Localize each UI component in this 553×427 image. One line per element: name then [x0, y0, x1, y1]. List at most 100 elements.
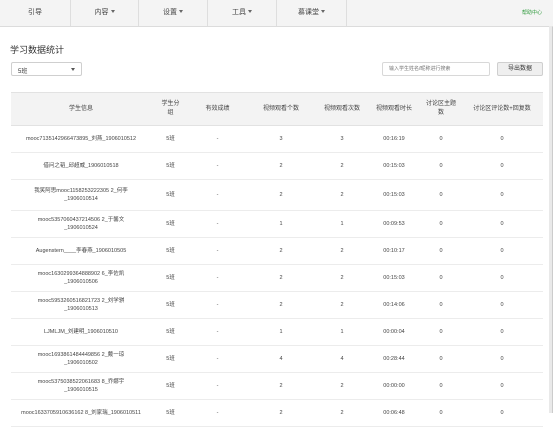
nav-item-label: 慕课堂: [298, 9, 319, 16]
cell-student-info: mooc1630299364888902 6_李佐凯_1906010506: [37, 271, 125, 285]
cell-score: -: [216, 410, 219, 416]
cell-video-times: 1: [340, 329, 344, 335]
cell-group: 5班: [166, 410, 175, 416]
cell-topics: 0: [439, 383, 443, 389]
cell-student-info: 我笑阿思mooc1158253222305 2_何李_1906010514: [34, 188, 128, 202]
cell-video-duration: 00:15:03: [383, 163, 405, 169]
nav-item-label: 引导: [28, 9, 42, 16]
cell-topics: 0: [439, 248, 443, 254]
table-row: mooc7135142966473895_刘燕_1906010512 5班 - 3 3 0…: [11, 126, 543, 153]
table-header: 学生信息 学生分组 有效成绩 视频观看个数 视频观看次数 视频观看时长 讨论区主…: [11, 92, 543, 126]
cell-topics: 0: [439, 221, 443, 227]
cell-student-info: mooc5375038522061683 8_乔娜宇_1906010515: [37, 379, 125, 393]
nav-item-guide[interactable]: 引导: [0, 0, 70, 26]
cell-video-count: 2: [279, 275, 283, 281]
cell-comments: 0: [500, 248, 504, 254]
cell-score: -: [216, 192, 219, 198]
nav-item-label: 工具: [232, 9, 246, 16]
cell-comments: 0: [500, 356, 504, 362]
cell-student-info: mooc1693861484449856 2_戴一琼_1906010502: [37, 352, 125, 366]
cell-comments: 0: [500, 192, 504, 198]
nav-item-label: 内容: [94, 9, 109, 16]
cell-group: 5班: [166, 275, 175, 281]
cell-video-times: 2: [340, 302, 344, 308]
cell-topics: 0: [439, 356, 443, 362]
cell-group: 5班: [166, 192, 175, 198]
nav-divider: [346, 0, 347, 26]
cell-video-count: 2: [279, 302, 283, 308]
cell-score: -: [216, 163, 219, 169]
student-search-input[interactable]: [382, 62, 490, 76]
cell-video-count: 2: [279, 410, 283, 416]
cell-group: 5班: [166, 248, 175, 254]
cell-video-duration: 00:16:19: [383, 136, 405, 142]
cell-video-times: 2: [340, 248, 344, 254]
cell-comments: 0: [500, 329, 504, 335]
cell-comments: 0: [500, 221, 504, 227]
table-row: mooc5357060437214506 2_于馨文_1906010524 5班 -…: [11, 211, 543, 238]
cell-video-duration: 00:15:03: [383, 275, 405, 281]
cell-topics: 0: [439, 275, 443, 281]
cell-student-info: mooc5953260516821723 2_刘学骐_1906010513: [37, 298, 125, 312]
cell-student-info: LJMLJM_刘建明_1906010510: [44, 329, 118, 335]
cell-video-times: 4: [340, 356, 344, 362]
class-select[interactable]: 5班: [11, 62, 82, 76]
page-title: 学习数据统计: [10, 45, 65, 55]
table-row: mooc5375038522061683 8_乔娜宇_1906010515 5班 -…: [11, 373, 543, 400]
nav-item-settings[interactable]: 设置: [139, 0, 207, 26]
cell-video-count: 3: [279, 136, 283, 142]
cell-topics: 0: [439, 136, 443, 142]
app-window: 引导 内容 设置 工具 慕课堂 帮助中心 学习数据统计 5班 导出数据 学生信息…: [0, 0, 553, 427]
top-nav: 引导 内容 设置 工具 慕课堂 帮助中心: [0, 0, 553, 27]
column-header-score: 有效成绩: [205, 105, 230, 112]
cell-video-duration: 00:28:44: [383, 356, 405, 362]
help-center-link[interactable]: 帮助中心: [522, 9, 542, 16]
cell-video-times: 2: [340, 163, 344, 169]
cell-video-count: 2: [279, 163, 283, 169]
export-data-button[interactable]: 导出数据: [497, 62, 543, 76]
cell-group: 5班: [166, 163, 175, 169]
cell-video-duration: 00:15:03: [383, 192, 405, 198]
cell-group: 5班: [166, 383, 175, 389]
column-header-video-times: 视频观看次数: [323, 105, 360, 112]
cell-group: 5班: [166, 329, 175, 335]
column-header-topics: 讨论区主题数: [425, 101, 456, 116]
cell-topics: 0: [439, 410, 443, 416]
cell-comments: 0: [500, 136, 504, 142]
cell-score: -: [216, 248, 219, 254]
cell-video-times: 1: [340, 221, 344, 227]
vertical-scrollbar[interactable]: [549, 26, 552, 413]
cell-video-count: 2: [279, 192, 283, 198]
cell-video-duration: 00:10:17: [383, 248, 405, 254]
cell-topics: 0: [439, 302, 443, 308]
cell-video-times: 3: [340, 136, 344, 142]
cell-comments: 0: [500, 410, 504, 416]
cell-comments: 0: [500, 302, 504, 308]
nav-item-tools[interactable]: 工具: [208, 0, 276, 26]
cell-group: 5班: [166, 356, 175, 362]
nav-item-content[interactable]: 内容: [71, 0, 138, 26]
column-header-comments: 讨论区评论数+回复数: [473, 105, 531, 112]
chevron-down-icon: [71, 68, 75, 71]
chevron-down-icon: [179, 10, 183, 13]
chevron-down-icon: [110, 10, 115, 13]
cell-group: 5班: [166, 302, 175, 308]
cell-video-times: 2: [340, 192, 344, 198]
cell-video-count: 1: [279, 329, 283, 335]
nav-item-mooc-class[interactable]: 慕课堂: [277, 0, 346, 26]
cell-student-info: Augenstern____李春燕_1906010505: [35, 248, 127, 254]
table-row: mooc1633705910636162 8_刘家瑞_1906010511 5班 -…: [11, 400, 543, 427]
cell-video-duration: 00:00:04: [383, 329, 405, 335]
column-header-video-duration: 视频观看时长: [375, 105, 412, 112]
cell-video-duration: 00:00:00: [383, 383, 405, 389]
cell-comments: 0: [500, 383, 504, 389]
cell-student-info: 借问之韬_邱超威_1906010518: [43, 163, 119, 169]
cell-score: -: [216, 221, 219, 227]
cell-video-count: 1: [279, 221, 283, 227]
table-row: 借问之韬_邱超威_1906010518 5班 - 2 2 00:15:03 0 0: [11, 153, 543, 180]
chevron-down-icon: [321, 10, 325, 13]
cell-score: -: [216, 383, 219, 389]
nav-item-label: 设置: [163, 9, 177, 16]
cell-topics: 0: [439, 329, 443, 335]
cell-video-count: 4: [279, 356, 283, 362]
